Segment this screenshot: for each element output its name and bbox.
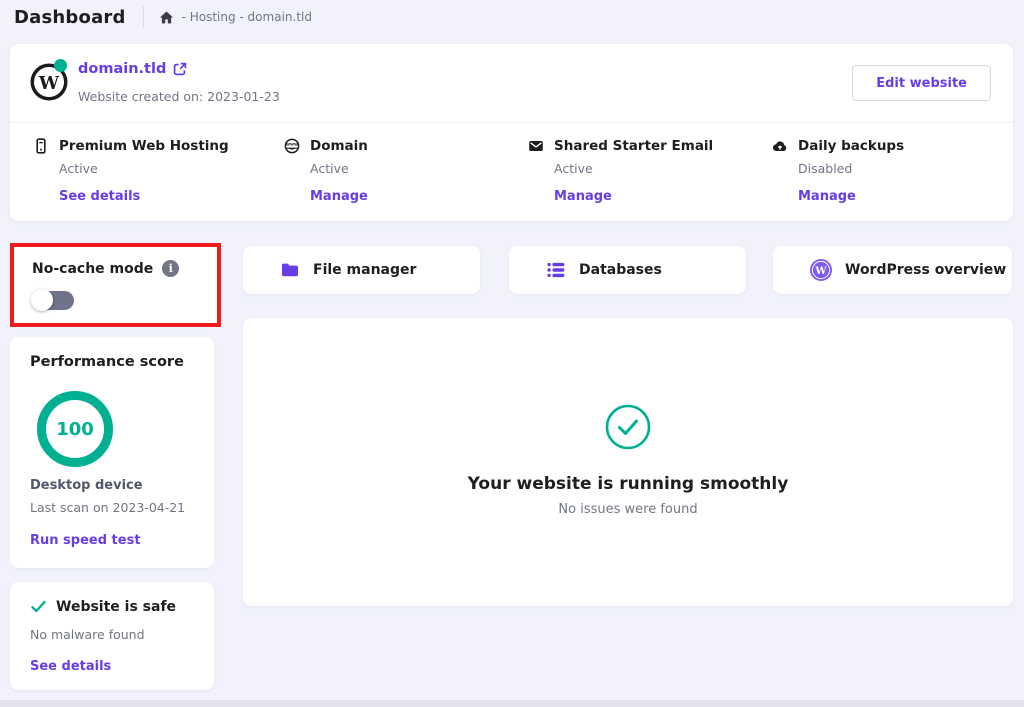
check-circle-icon xyxy=(605,404,651,454)
service-status: Disabled xyxy=(798,161,1007,176)
service-see-details-link[interactable]: See details xyxy=(59,189,268,204)
website-safe-title: Website is safe xyxy=(56,599,176,615)
service-daily-backups: Daily backups Disabled Manage xyxy=(772,138,1007,204)
website-status-dot xyxy=(54,59,67,72)
database-icon xyxy=(546,260,566,280)
service-manage-link[interactable]: Manage xyxy=(310,189,519,204)
website-status-card: Your website is running smoothly No issu… xyxy=(243,318,1013,606)
no-cache-card-annotation-highlight: No-cache mode i xyxy=(10,243,221,327)
info-icon[interactable]: i xyxy=(162,260,179,277)
file-manager-card[interactable]: File manager xyxy=(243,246,480,294)
bottom-strip xyxy=(0,700,1024,707)
edit-website-button[interactable]: Edit website xyxy=(852,65,991,101)
envelope-icon xyxy=(528,138,544,154)
see-details-link[interactable]: See details xyxy=(30,659,111,674)
website-safe-card: Website is safe No malware found See det… xyxy=(10,582,214,690)
wordpress-overview-label: WordPress overview xyxy=(845,262,1006,278)
domain-name[interactable]: domain.tld xyxy=(78,61,166,77)
card-divider xyxy=(10,122,1013,123)
website-created-date: Website created on: 2023-01-23 xyxy=(78,89,280,104)
service-status: Active xyxy=(59,161,268,176)
breadcrumb[interactable]: - Hosting - domain.tld xyxy=(182,10,312,24)
performance-score-value: 100 xyxy=(56,419,94,440)
status-subtitle: No issues were found xyxy=(558,502,697,517)
performance-title: Performance score xyxy=(30,354,184,370)
server-icon xyxy=(33,138,49,154)
service-name: Domain xyxy=(310,138,368,154)
cloud-backup-icon xyxy=(772,138,788,154)
wordpress-overview-card[interactable]: W WordPress overview xyxy=(773,246,1012,294)
toggle-knob xyxy=(31,289,53,311)
svg-text:www: www xyxy=(286,142,298,147)
performance-score-card: Performance score 100 Desktop device Las… xyxy=(10,337,214,568)
home-icon[interactable] xyxy=(159,10,174,25)
no-malware-text: No malware found xyxy=(30,627,145,642)
svg-text:W: W xyxy=(814,266,827,277)
service-shared-starter-email: Shared Starter Email Active Manage xyxy=(528,138,763,204)
service-manage-link[interactable]: Manage xyxy=(554,189,763,204)
check-icon xyxy=(30,598,47,615)
service-domain: www Domain Active Manage xyxy=(284,138,519,204)
page-title: Dashboard xyxy=(14,7,126,28)
hosting-dashboard: Dashboard - Hosting - domain.tld W domai… xyxy=(0,0,1024,707)
website-domain-link[interactable]: domain.tld xyxy=(78,61,187,77)
external-link-icon[interactable] xyxy=(173,62,187,76)
performance-device: Desktop device xyxy=(30,478,143,493)
performance-score-ring: 100 xyxy=(37,391,113,467)
performance-last-scan: Last scan on 2023-04-21 xyxy=(30,500,185,515)
top-header: Dashboard - Hosting - domain.tld xyxy=(0,0,1024,34)
wordpress-icon: W xyxy=(810,259,832,281)
run-speed-test-link[interactable]: Run speed test xyxy=(30,533,141,548)
header-divider xyxy=(143,6,144,28)
no-cache-toggle[interactable] xyxy=(31,289,75,311)
service-status: Active xyxy=(310,161,519,176)
status-title: Your website is running smoothly xyxy=(468,474,789,494)
service-name: Daily backups xyxy=(798,138,904,154)
service-name: Shared Starter Email xyxy=(554,138,713,154)
no-cache-mode-label: No-cache mode xyxy=(32,261,153,277)
service-manage-link[interactable]: Manage xyxy=(798,189,1007,204)
file-manager-label: File manager xyxy=(313,262,416,278)
databases-label: Databases xyxy=(579,262,662,278)
folder-icon xyxy=(280,260,300,280)
service-status: Active xyxy=(554,161,763,176)
svg-text:W: W xyxy=(38,73,60,94)
globe-icon: www xyxy=(284,138,300,154)
service-name: Premium Web Hosting xyxy=(59,138,229,154)
databases-card[interactable]: Databases xyxy=(509,246,746,294)
website-card: W domain.tld Website created on: 2023-01… xyxy=(10,44,1013,221)
service-premium-web-hosting: Premium Web Hosting Active See details xyxy=(33,138,268,204)
